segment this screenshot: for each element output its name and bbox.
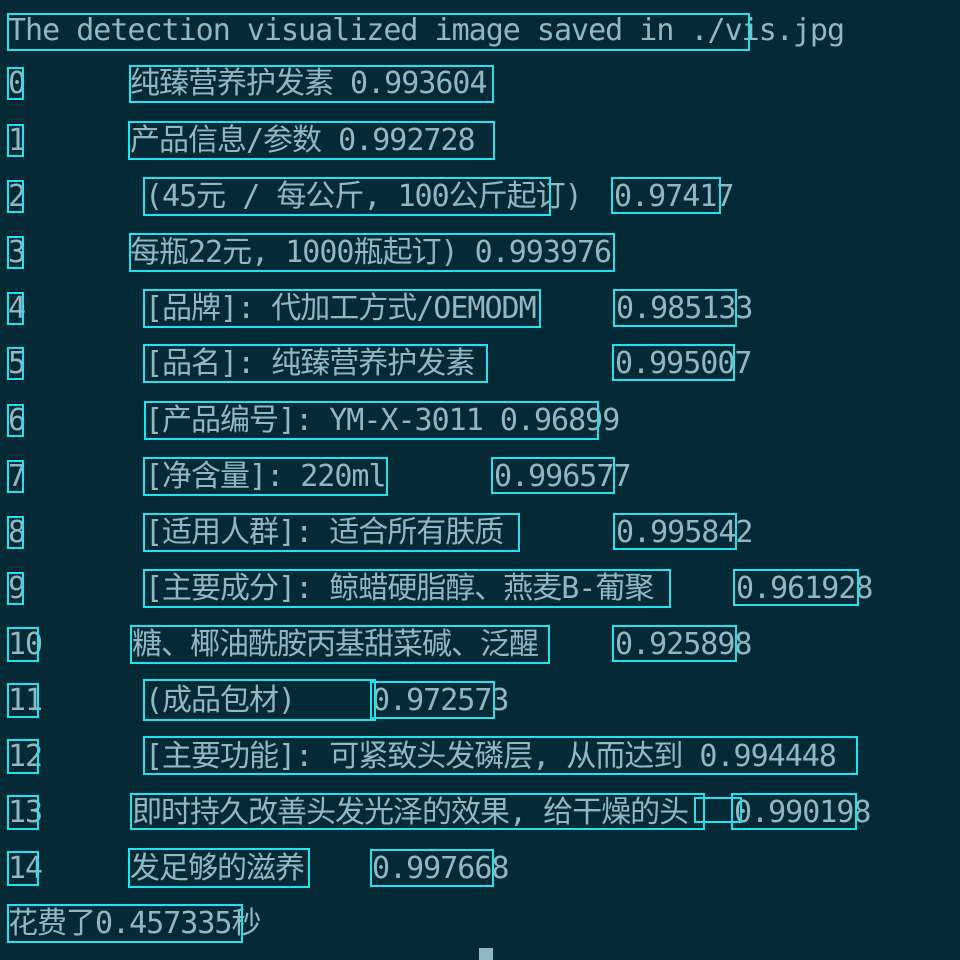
row-text: [主要功能]: 可紧致头发磷层, 从而达到 0.994448 (145, 739, 837, 774)
row-index: 0 (8, 66, 26, 101)
row-score: 0.961928 (736, 571, 873, 606)
row-score: 0.990198 (734, 795, 871, 830)
row-score: 0.995842 (616, 515, 753, 550)
row-index: 1 (8, 123, 26, 158)
terminal-cursor (479, 948, 493, 960)
header-line: The detection visualized image saved in … (8, 13, 845, 48)
row-index: 10 (8, 627, 43, 662)
row-index: 9 (8, 571, 26, 606)
row-text: 产品信息/参数 0.992728 (130, 123, 476, 158)
row-score: 0.997668 (372, 851, 509, 886)
row-index: 3 (8, 235, 26, 270)
row-text: [品牌]: 代加工方式/OEMODM (145, 291, 537, 326)
row-index: 14 (8, 851, 43, 886)
row-index: 2 (8, 179, 26, 214)
row-text: 每瓶22元, 1000瓶起订) 0.993976 (130, 235, 612, 270)
row-text: (45元 / 每公斤, 100公斤起订) (145, 179, 583, 214)
row-index: 12 (8, 739, 43, 774)
row-score: 0.972573 (372, 683, 509, 718)
row-score: 0.97417 (614, 179, 734, 214)
row-text: (成品包材) (145, 683, 296, 718)
row-index: 6 (8, 403, 26, 438)
row-index: 8 (8, 515, 26, 550)
row-text: [产品编号]: YM-X-3011 0.96899 (145, 403, 620, 438)
row-text: [主要成分]: 鲸蜡硬脂醇、燕麦B-葡聚 (145, 571, 654, 606)
row-text: 纯臻营养护发素 0.993604 (130, 66, 488, 101)
row-index: 13 (8, 795, 43, 830)
row-score: 0.996577 (494, 459, 631, 494)
row-index: 4 (8, 291, 26, 326)
row-score: 0.985133 (616, 291, 753, 326)
row-score: 0.995007 (615, 346, 752, 381)
row-index: 11 (8, 683, 43, 718)
row-text: 即时持久改善头发光泽的效果, 给干燥的头 (132, 795, 689, 830)
row-text: 糖、椰油酰胺丙基甜菜碱、泛醒 (132, 627, 539, 662)
row-index: 5 (8, 346, 26, 381)
row-score: 0.925898 (615, 627, 752, 662)
row-index: 7 (8, 459, 26, 494)
row-text: [净含量]: 220ml (145, 459, 387, 494)
row-text: 发足够的滋养 (130, 851, 305, 886)
row-text: [适用人群]: 适合所有肤质 (145, 515, 504, 550)
footer-line: 花费了0.457335秒 (8, 906, 261, 941)
row-text: [品名]: 纯臻营养护发素 (145, 346, 475, 381)
